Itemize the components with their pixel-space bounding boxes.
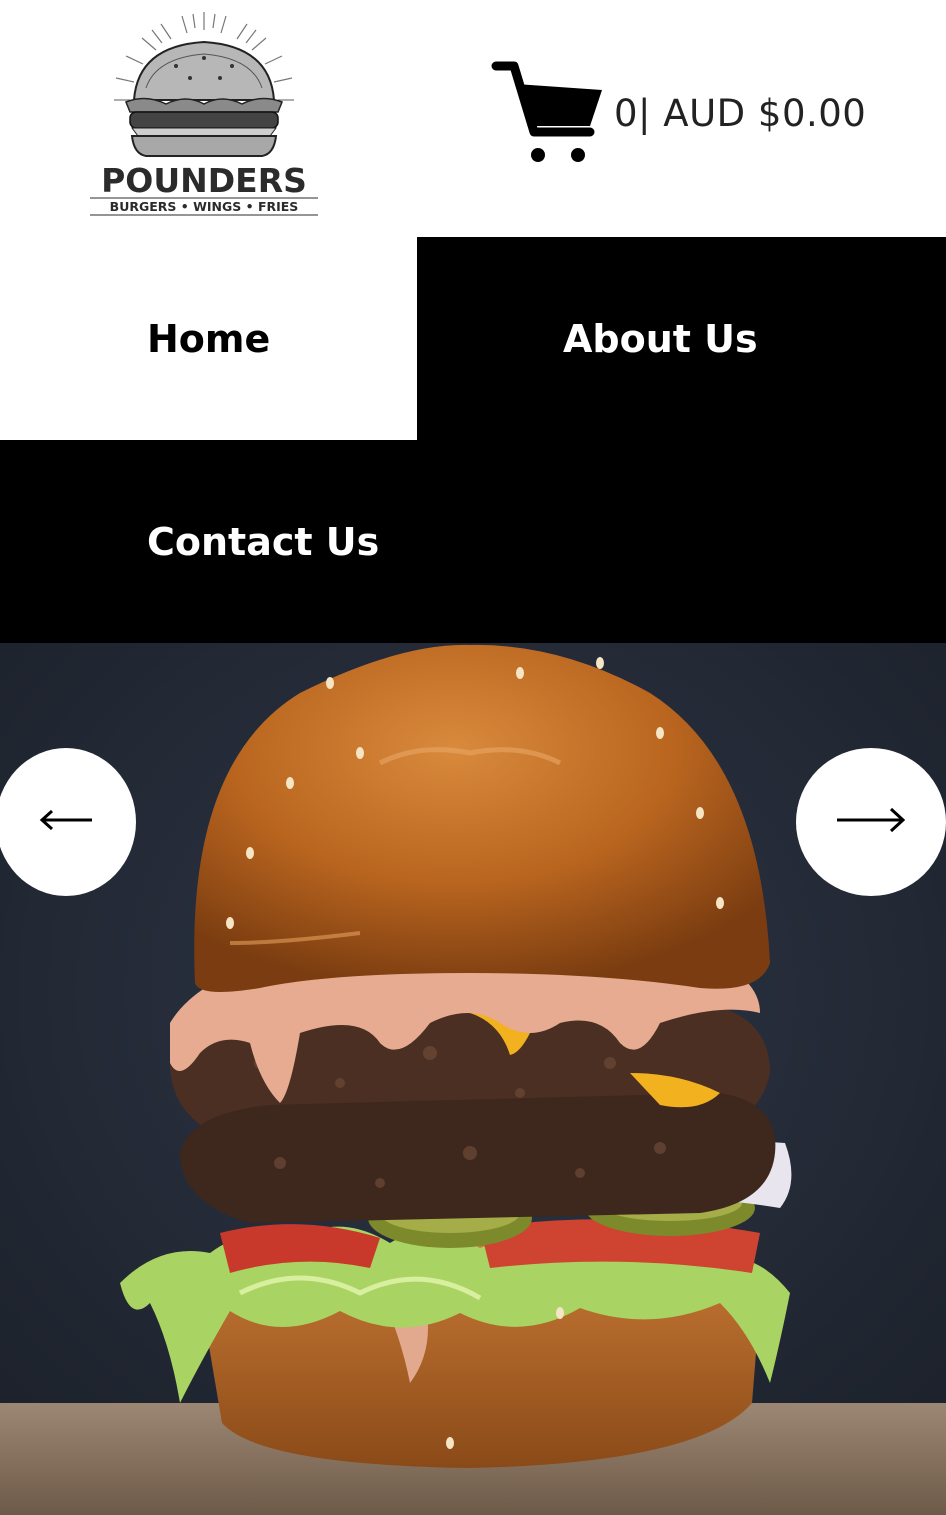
- nav-item-about-us[interactable]: About Us: [417, 237, 946, 440]
- slider-prev-button[interactable]: [0, 748, 136, 896]
- nav-item-home[interactable]: Home: [0, 237, 417, 440]
- site-header: POUNDERS BURGERS • WINGS • FRIES 0| AUD …: [0, 0, 946, 237]
- arrow-left-icon: [36, 805, 96, 839]
- main-navigation: Home About Us Contact Us: [0, 237, 946, 643]
- hero-burger-image: [0, 643, 946, 1515]
- pounders-logo[interactable]: POUNDERS BURGERS • WINGS • FRIES: [86, 8, 322, 220]
- shopping-cart-icon: [490, 58, 606, 168]
- cart-summary: 0| AUD $0.00: [614, 91, 867, 135]
- nav-item-contact-us[interactable]: Contact Us: [0, 440, 946, 643]
- hero-slider: [0, 643, 946, 1515]
- brand-tagline: BURGERS • WINGS • FRIES: [110, 199, 299, 214]
- cart-button[interactable]: 0| AUD $0.00: [490, 58, 866, 168]
- arrow-right-icon: [833, 803, 909, 841]
- slider-next-button[interactable]: [796, 748, 946, 896]
- brand-name: POUNDERS: [101, 161, 307, 200]
